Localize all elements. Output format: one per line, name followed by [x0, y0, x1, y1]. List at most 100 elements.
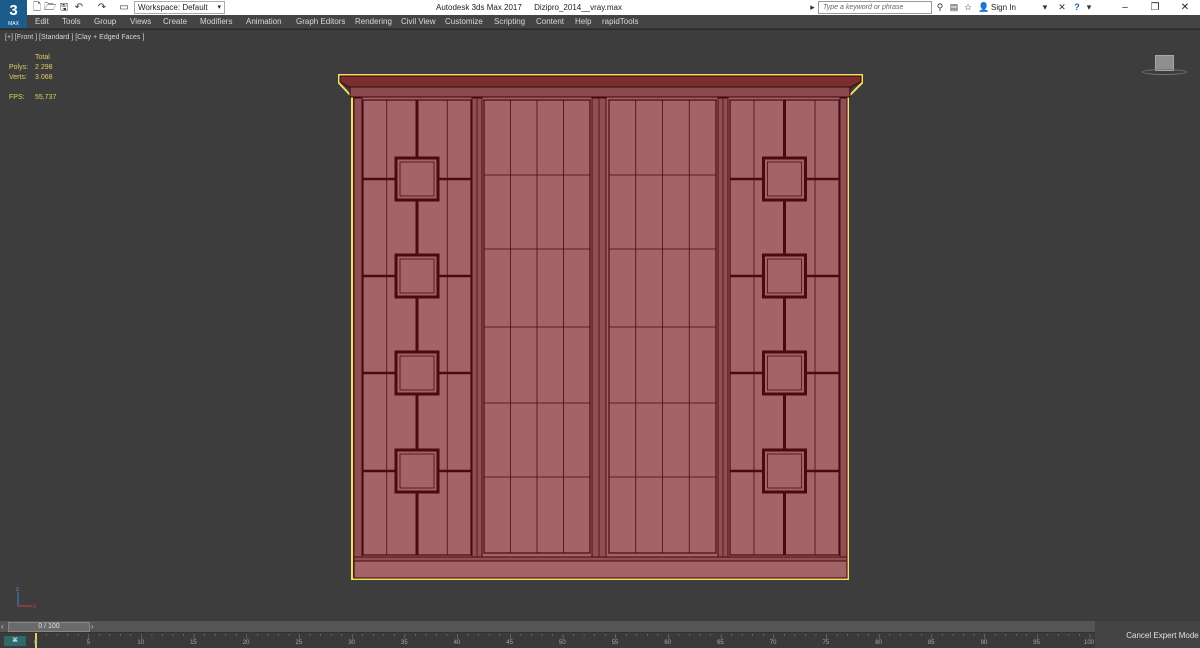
minimize-icon[interactable]: – — [1110, 0, 1140, 15]
title-bar: 🗋 🗁 🖫 ↶ ↷ ▭ Workspace: Default ▾ Autodes… — [0, 0, 1200, 15]
bottom-rail — [353, 556, 848, 562]
time-slider[interactable]: ‹ 0 / 100 › — [0, 621, 1095, 633]
lattice-square — [762, 156, 807, 202]
redo-icon[interactable]: ↷ — [96, 2, 108, 13]
menu-civil-view[interactable]: Civil View — [401, 15, 436, 29]
timeline-tick-label: 25 — [295, 640, 303, 646]
menu-scripting[interactable]: Scripting — [494, 15, 525, 29]
timeline-tick-label: 0 — [34, 640, 38, 646]
time-slider-handle[interactable]: 0 / 100 — [8, 622, 90, 632]
timeline-tick-label: 80 — [875, 640, 882, 646]
search-input[interactable]: Type a keyword or phrase — [818, 1, 932, 14]
menu-rapidtools[interactable]: rapidTools — [602, 15, 638, 29]
timeline-tick-label: 15 — [190, 640, 197, 646]
timeline-tick-label: 35 — [400, 640, 408, 646]
wardrobe-doors — [353, 97, 848, 562]
wardrobe-model[interactable] — [330, 70, 870, 582]
workspace-dropdown[interactable]: Workspace: Default ▾ — [134, 1, 225, 14]
caret-right-icon[interactable]: ▸ — [808, 1, 817, 14]
timeline-tick-label: 75 — [822, 640, 830, 646]
help-icon[interactable]: ? — [1071, 1, 1083, 14]
menu-bar: Edit Tools Group Views Create Modifiers … — [0, 15, 1200, 29]
front-viewport[interactable]: [+] [Front ] [Standard ] [Clay + Edged F… — [0, 29, 1200, 621]
menu-tools[interactable]: Tools — [62, 15, 81, 29]
lattice-square — [394, 350, 440, 396]
lattice-square — [762, 253, 807, 299]
outer-stile — [353, 97, 363, 558]
stats-polys-value: 2 298 — [35, 64, 53, 71]
timeline-tick-label: 50 — [559, 640, 566, 646]
stats-fps-value: 55,737 — [35, 94, 57, 101]
svg-text:z: z — [16, 587, 19, 593]
timeline-tick-label: 85 — [927, 640, 935, 646]
open-folder-icon[interactable]: 🗁 — [44, 2, 56, 13]
menu-animation[interactable]: Animation — [246, 15, 282, 29]
sign-in-button[interactable]: Sign In — [991, 2, 1016, 13]
window-title: Autodesk 3ds Max 2017 Dizipro_2014__vray… — [436, 2, 632, 13]
file-name: Dizipro_2014__vray.max — [534, 3, 622, 12]
lattice-square — [394, 253, 440, 299]
app-window: 🗋 🗁 🖫 ↶ ↷ ▭ Workspace: Default ▾ Autodes… — [0, 0, 1200, 648]
timeline-tick-label: 5 — [86, 640, 91, 646]
stats-verts-value: 3 068 — [35, 74, 53, 81]
maxscript-listener-icon[interactable]: ⌘ — [4, 636, 26, 646]
chevron-down-icon[interactable]: ▾ — [1040, 1, 1050, 14]
stats-fps-label: FPS: — [9, 94, 25, 101]
lattice-square — [762, 448, 807, 494]
svg-text:x: x — [33, 604, 36, 610]
search-placeholder: Type a keyword or phrase — [823, 4, 904, 11]
project-folder-icon[interactable]: ▭ — [118, 2, 130, 13]
cancel-expert-mode-button[interactable]: Cancel Expert Mode — [1125, 627, 1200, 645]
subscription-icon[interactable]: ▤ — [948, 1, 960, 14]
new-file-icon[interactable]: 🗋 — [31, 2, 43, 13]
timeline-tick-label: 55 — [611, 640, 619, 646]
restore-icon[interactable]: ❐ — [1140, 0, 1170, 15]
timeline-tick-label: 20 — [242, 640, 250, 646]
outer-stile — [839, 97, 848, 558]
star-icon[interactable]: ☆ — [962, 1, 974, 14]
axis-tripod: z x — [16, 587, 36, 610]
timeline: ‹ 0 / 100 › 0 5 10 15 20 25 30 35 40 45 50 55 60 65 70… — [0, 621, 1200, 648]
timeline-tick-label: 30 — [348, 640, 355, 646]
menu-help[interactable]: Help — [575, 15, 591, 29]
lattice-square — [394, 448, 440, 494]
binoculars-icon[interactable]: ⚲ — [934, 1, 946, 14]
timeline-tick-label: 60 — [664, 640, 672, 646]
menu-create[interactable]: Create — [163, 15, 187, 29]
menu-edit[interactable]: Edit — [35, 15, 49, 29]
timeline-tick-label: 95 — [1033, 640, 1040, 646]
prev-frame-icon[interactable]: ‹ — [1, 622, 4, 632]
menu-customize[interactable]: Customize — [445, 15, 483, 29]
menu-modifiers[interactable]: Modifiers — [200, 15, 232, 29]
chevron-down-icon[interactable]: ▾ — [1084, 1, 1094, 14]
timeline-tick-label: 70 — [769, 640, 777, 646]
undo-icon[interactable]: ↶ — [73, 2, 85, 13]
viewcube-compass[interactable] — [1142, 69, 1187, 75]
cornice — [349, 86, 851, 98]
timeline-tick-label: 40 — [453, 640, 461, 646]
menu-content[interactable]: Content — [536, 15, 564, 29]
menu-rendering[interactable]: Rendering — [355, 15, 392, 29]
menu-group[interactable]: Group — [94, 15, 116, 29]
app-logo-icon[interactable]: 3 MAX — [0, 0, 27, 28]
save-icon[interactable]: 🖫 — [58, 2, 70, 13]
lattice-square — [394, 156, 440, 202]
viewport-label[interactable]: [+] [Front ] [Standard ] [Clay + Edged F… — [5, 33, 144, 43]
menu-views[interactable]: Views — [130, 15, 151, 29]
timeline-tick-label: 45 — [506, 640, 513, 646]
menu-graph-editors[interactable]: Graph Editors — [296, 15, 345, 29]
app-title: Autodesk 3ds Max 2017 — [436, 3, 522, 12]
chevron-down-icon: ▾ — [217, 4, 221, 11]
close-icon[interactable]: ✕ — [1170, 0, 1200, 15]
timeline-tick-label: 10 — [137, 640, 145, 646]
workspace-label: Workspace: Default — [138, 3, 208, 12]
timeline-track[interactable]: 0 5 10 15 20 25 30 35 40 45 50 55 60 65 70 75 80 85 90 95 10… — [0, 633, 1095, 648]
stats-total-label: Total — [35, 54, 50, 61]
lattice-square — [762, 350, 807, 396]
stats-verts-label: Verts: — [9, 74, 27, 81]
logo-text: 3 — [9, 2, 18, 19]
viewcube[interactable] — [1142, 52, 1187, 82]
next-frame-icon[interactable]: › — [91, 622, 94, 632]
user-icon[interactable]: 👤 — [978, 1, 990, 14]
exchange-icon[interactable]: ✕ — [1056, 1, 1068, 14]
